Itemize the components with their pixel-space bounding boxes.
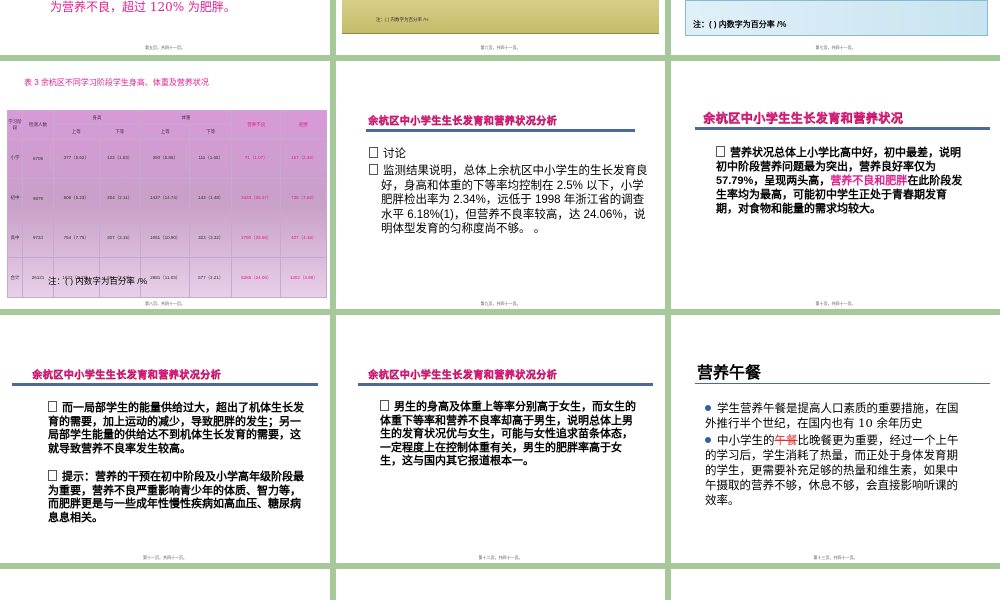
table-header: 下等	[189, 124, 233, 139]
page-number: 第十一页，共四十一页。	[143, 555, 187, 560]
slide-thumbnail-10[interactable]: 余杭区中小学生生长发育和营养状况 营养状况总体上小学比高中好，初中最差，说明初中…	[671, 61, 1000, 309]
slide-title: 余杭区中小学生生长发育和营养状况分析	[368, 116, 557, 127]
bullet-item: 监测结果说明，总体上余杭区中小学生的生长发育良好，身高和体重的下等率均控制在 2…	[369, 164, 651, 237]
slide-thumbnail-14[interactable]	[0, 569, 330, 600]
checkbox-bullet-icon	[48, 470, 57, 481]
slide-title: 余杭区中小学生生长发育和营养状况分析	[368, 370, 557, 381]
slide-thumbnail-6[interactable]: 注：( ) 内数字为百分率 /% 第六页，共四十一页。	[336, 0, 665, 55]
table-note: 注：( ) 内数字为百分率 /%	[376, 17, 429, 22]
page-number: 第十三页，共四十一页。	[813, 555, 858, 560]
bullet-item: 中小学生的午餐比晚餐更为重要，经过一个上午的学习后，学生消耗了热量，而正处于身体…	[705, 433, 959, 507]
table-header: 学习阶段	[7, 110, 23, 139]
slide-title: 营养午餐	[697, 365, 762, 382]
table-header: 体重	[140, 110, 233, 125]
slide-title: 余杭区中小学生生长发育和营养状况分析	[32, 370, 221, 381]
table-note: 注：( ) 内数字为百分率 /%	[693, 20, 787, 29]
slide-thumbnail-16[interactable]	[671, 569, 1000, 600]
slide-text: 为营养不良，超过 120% 为肥胖。	[50, 0, 236, 14]
bullet-dot-icon	[705, 405, 711, 411]
data-table: 学习阶段 检测人数 身高 体重 营养不良 肥胖 上等 下等 上等 下等 小学 67…	[7, 110, 327, 298]
checkbox-bullet-icon	[369, 164, 378, 175]
slide-thumbnail-15[interactable]	[336, 569, 665, 600]
checkbox-bullet-icon	[380, 400, 389, 411]
bullet-item: 学生营养午餐是提高人口素质的重要措施，在国外推行半个世纪，在国内也有 10 余年…	[705, 401, 959, 430]
table-header: 上等	[53, 124, 100, 139]
table-header: 营养不良	[231, 110, 282, 139]
page-number: 第九页，共四十一页。	[480, 301, 521, 306]
bullet-item: 而一局部学生的能量供给过大，超出了机体生长发育的需要，加上运动的减少，导致肥胖的…	[48, 401, 304, 455]
table-header: 肥胖	[280, 110, 327, 139]
page-number: 第六页，共四十一页。	[480, 45, 521, 50]
bullet-dot-icon	[705, 437, 711, 443]
table-header: 上等	[140, 124, 191, 139]
page-number: 第八页，共四十一页。	[145, 301, 185, 306]
slide-thumbnail-7[interactable]: 注：( ) 内数字为百分率 /% 第七页，共四十一页。	[671, 0, 1000, 55]
slide-thumbnail-11[interactable]: 余杭区中小学生生长发育和营养状况分析 而一局部学生的能量供给过大，超出了机体生长…	[0, 315, 330, 563]
page-number: 第十二页，共四十一页。	[478, 555, 523, 560]
checkbox-bullet-icon	[48, 401, 57, 412]
bullet-item: 讨论	[369, 147, 639, 162]
slide-thumbnail-9[interactable]: 余杭区中小学生生长发育和营养状况分析 讨论 监测结果说明，总体上余杭区中小学生的…	[336, 61, 665, 309]
slide-thumbnail-5[interactable]: 为营养不良，超过 120% 为肥胖。 第五页，共四十一页。	[0, 0, 330, 55]
bullet-item: 男生的身高及体重上等率分别高于女生，而女生的体重下等率和营养不良率却高于男生，说…	[380, 400, 636, 467]
table-row: 小学 6708 377（5.62） 123（1.83） 393（5.86） 111（1…	[7, 138, 327, 179]
table-header: 检测人数	[22, 110, 54, 139]
title-underline	[358, 383, 653, 386]
table-row: 初中 9879 506（5.23） 204（2.11） 1427（14.74） 143…	[7, 177, 327, 219]
table-header: 身高	[52, 110, 142, 125]
table-row: 高中 9734 754（7.75） 307（3.15） 1061（10.90） 323…	[7, 217, 327, 259]
table-header: 下等	[98, 124, 142, 139]
table-fragment	[685, 0, 988, 36]
slide-thumbnail-12[interactable]: 余杭区中小学生生长发育和营养状况分析 男生的身高及体重上等率分别高于女生，而女生…	[336, 315, 665, 563]
title-underline	[12, 383, 318, 386]
slide-title: 余杭区中小学生生长发育和营养状况	[703, 111, 904, 125]
title-underline	[695, 127, 990, 130]
title-underline	[695, 383, 990, 384]
table-note-overlay: 注：( ) 内数字为百分率 /%	[48, 276, 148, 286]
page-number: 第十页，共四十一页。	[815, 301, 856, 306]
checkbox-bullet-icon	[716, 146, 725, 157]
checkbox-bullet-icon	[369, 147, 378, 158]
title-underline	[366, 129, 635, 132]
page-number: 第五页，共四十一页。	[145, 45, 185, 50]
bullet-item: 提示：营养的干预在初中阶段及小学高年级阶段最为重要，营养不良严重影响青少年的体质…	[48, 470, 304, 524]
bullet-item: 营养状况总体上小学比高中好，初中最差，说明初中阶段营养问题最为突出，营养良好率仅…	[716, 146, 963, 215]
page-number: 第七页，共四十一页。	[815, 45, 856, 50]
slide-thumbnail-13[interactable]: 营养午餐 学生营养午餐是提高人口素质的重要措施，在国外推行半个世纪，在国内也有 …	[671, 315, 1000, 563]
slide-thumbnail-8[interactable]: 表 3 余杭区不同学习阶段学生身高、体重及营养状况 学习阶段 检测人数 身高 体…	[0, 61, 330, 309]
table-caption: 表 3 余杭区不同学习阶段学生身高、体重及营养状况	[24, 78, 209, 87]
